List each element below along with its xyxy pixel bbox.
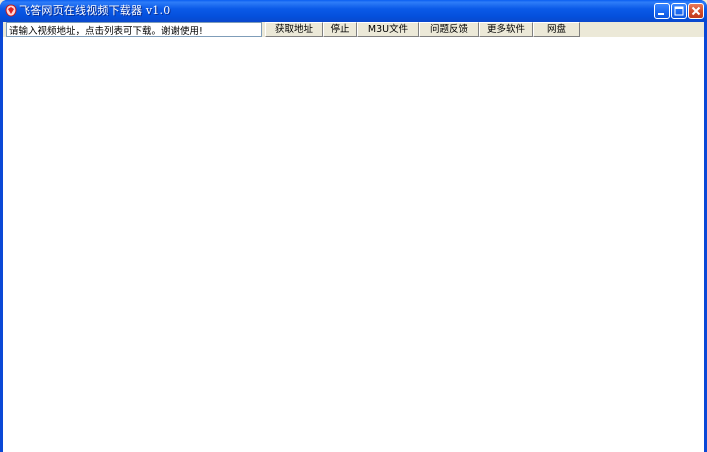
stop-button[interactable]: 停止 — [323, 22, 357, 37]
app-logo-icon — [5, 4, 17, 17]
get-address-label: 获取地址 — [274, 24, 313, 35]
feedback-button[interactable]: 问题反馈 — [419, 22, 479, 37]
more-software-button[interactable]: 更多软件 — [479, 22, 533, 37]
stop-label: 停止 — [330, 24, 350, 35]
m3u-file-label: M3U文件 — [367, 24, 409, 35]
video-list-area[interactable] — [3, 37, 704, 452]
get-address-button[interactable]: 获取地址 — [265, 22, 323, 37]
video-url-input[interactable] — [6, 22, 262, 37]
cloud-drive-button[interactable]: 网盘 — [533, 22, 580, 37]
minimize-button[interactable] — [654, 3, 670, 19]
more-software-label: 更多软件 — [486, 24, 525, 35]
cloud-drive-label: 网盘 — [546, 24, 566, 35]
feedback-label: 问题反馈 — [429, 24, 468, 35]
maximize-button[interactable] — [671, 3, 687, 19]
app-window: 飞答网页在线视频下载器 v1.0 获取地址 停止 — [0, 0, 707, 452]
window-title: 飞答网页在线视频下载器 v1.0 — [19, 4, 171, 17]
m3u-file-button[interactable]: M3U文件 — [357, 22, 419, 37]
client-area: 获取地址 停止 M3U文件 问题反馈 更多软件 网盘 — [3, 22, 704, 452]
close-icon — [691, 6, 701, 16]
title-bar[interactable]: 飞答网页在线视频下载器 v1.0 — [0, 0, 707, 22]
toolbar: 获取地址 停止 M3U文件 问题反馈 更多软件 网盘 — [3, 22, 704, 37]
minimize-icon — [658, 13, 664, 15]
close-button[interactable] — [688, 3, 704, 19]
maximize-icon — [674, 6, 684, 16]
